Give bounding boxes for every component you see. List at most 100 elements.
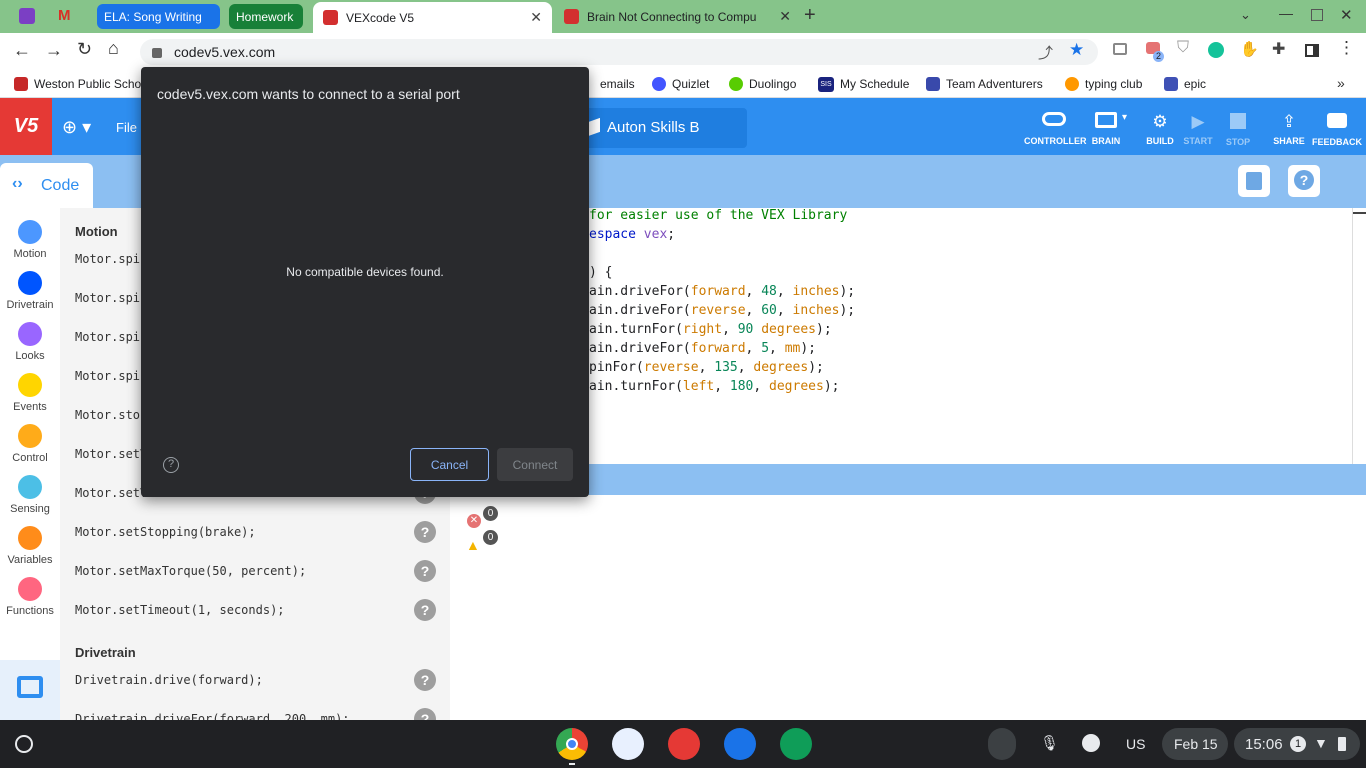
palette-block[interactable]: Motor.stop (75, 408, 147, 422)
start-button[interactable]: ▶ START (1180, 112, 1216, 146)
bookmark-quizlet[interactable]: Quizlet (652, 75, 709, 93)
sheets-app-icon[interactable] (780, 728, 812, 760)
code-line[interactable]: pinFor(reverse, 135, degrees); (589, 360, 824, 375)
bookmark-team-adventurers[interactable]: Team Adventurers (926, 75, 1043, 93)
palette-block[interactable]: Motor.spin (75, 252, 147, 266)
build-button[interactable]: ⚙ BUILD (1140, 112, 1180, 146)
category-variables[interactable]: Variables (0, 526, 60, 566)
bookmark-emails[interactable]: emails (600, 75, 635, 93)
keyboard-layout[interactable]: US (1126, 736, 1145, 752)
block-help-icon[interactable]: ? (414, 708, 436, 720)
code-tab[interactable]: ‹› Code (0, 163, 93, 208)
close-tab-icon[interactable]: ✕ (530, 9, 542, 26)
grammarly-icon[interactable] (1208, 42, 1224, 58)
close-tab-icon[interactable]: ✕ (779, 8, 791, 25)
editor-scrollbar[interactable] (1352, 212, 1366, 214)
category-looks[interactable]: Looks (0, 322, 60, 362)
close-window-icon[interactable]: ✕ (1340, 6, 1353, 24)
status-area[interactable]: 15:06 1 ▼ (1234, 728, 1360, 760)
restore-icon[interactable] (1311, 9, 1323, 21)
dialog-help-icon[interactable]: ? (163, 457, 179, 473)
category-control[interactable]: Control (0, 424, 60, 464)
code-line[interactable]: ain.driveFor(forward, 5, mm); (589, 341, 816, 356)
block-help-icon[interactable]: ? (414, 599, 436, 621)
more-bookmarks-icon[interactable]: » (1337, 75, 1345, 91)
palette-block[interactable]: Motor.setMaxTorque(50, percent); (75, 564, 306, 578)
category-motion[interactable]: Motion (0, 220, 60, 260)
tote-icon[interactable] (988, 728, 1016, 760)
microphone-icon[interactable]: 🎙 (1040, 734, 1059, 752)
palette-block[interactable]: Motor.setV (75, 486, 147, 500)
side-panel-icon[interactable] (1305, 44, 1319, 57)
extension-icon-1[interactable] (1113, 43, 1127, 55)
tab-brain-not-connecting[interactable]: Brain Not Connecting to Compu ✕ (560, 4, 795, 29)
project-name-box[interactable]: Auton Skills B (578, 108, 747, 148)
block-help-icon[interactable]: ? (414, 669, 436, 691)
bookmark-duolingo[interactable]: Duolingo (729, 75, 796, 93)
palette-block[interactable]: Motor.setTimeout(1, seconds); (75, 603, 285, 617)
category-drivetrain[interactable]: Drivetrain (0, 271, 60, 311)
bookmark-epic[interactable]: epic (1164, 75, 1206, 93)
shield-extension-icon[interactable]: ⛉ (1177, 39, 1189, 57)
minimize-icon[interactable]: — (1279, 5, 1293, 21)
bookmark-my-schedule[interactable]: SIS My Schedule (818, 75, 909, 93)
palette-block[interactable]: Motor.setStopping(brake); (75, 525, 256, 539)
select-to-speak-icon[interactable] (1082, 734, 1100, 752)
code-line[interactable]: ain.turnFor(left, 180, degrees); (589, 379, 839, 394)
hand-extension-icon[interactable]: ✋ (1240, 40, 1259, 58)
palette-block[interactable]: Motor.setV (75, 447, 147, 461)
code-line[interactable]: espace vex; (589, 227, 675, 242)
new-tab-icon[interactable]: + (804, 4, 816, 27)
category-functions[interactable]: Functions (0, 577, 60, 617)
reload-icon[interactable]: ↻ (77, 39, 92, 60)
menu-kebab-icon[interactable]: ⋮ (1338, 38, 1355, 58)
code-line[interactable]: ain.driveFor(reverse, 60, inches); (589, 303, 855, 318)
lock-icon[interactable] (152, 48, 162, 58)
file-menu[interactable]: File (116, 120, 137, 135)
block-help-icon[interactable]: ? (414, 521, 436, 543)
share-button[interactable]: ⇪ SHARE (1268, 112, 1310, 146)
launcher-icon[interactable] (15, 735, 33, 753)
palette-block[interactable]: Drivetrain.driveFor(forward, 200, mm); (75, 712, 350, 720)
connect-button[interactable]: Connect (497, 448, 573, 481)
palette-block[interactable]: Motor.spin (75, 291, 147, 305)
bookmark-typing-club[interactable]: typing club (1065, 75, 1142, 93)
brain-dropdown-icon[interactable]: ▾ (1122, 112, 1127, 123)
palette-block[interactable]: Drivetrain.drive(forward); (75, 673, 263, 687)
share-icon[interactable]: ⤴ (1038, 42, 1053, 63)
home-icon[interactable]: ⌂ (108, 38, 119, 59)
devices-button[interactable] (1238, 165, 1270, 197)
palette-block[interactable]: Motor.spin (75, 330, 147, 344)
stop-button[interactable]: STOP (1220, 112, 1256, 147)
code-line[interactable]: ) { (589, 265, 612, 280)
date-pill[interactable]: Feb 15 (1162, 728, 1228, 760)
code-line[interactable]: ain.turnFor(right, 90 degrees); (589, 322, 832, 337)
help-button[interactable]: ? (1288, 165, 1320, 197)
device-config-icon[interactable] (17, 676, 43, 698)
bookmark-star-icon[interactable]: ★ (1069, 40, 1084, 60)
tab-ela-song-writing[interactable]: ELA: Song Writing (97, 4, 220, 29)
forward-arrow-icon[interactable]: → (45, 40, 63, 61)
code-line[interactable]: for easier use of the VEX Library (589, 208, 847, 223)
tab-vexcode[interactable]: VEXcode V5 ✕ (313, 2, 552, 33)
palette-block[interactable]: Motor.spin (75, 369, 147, 383)
tab-homework[interactable]: Homework (229, 4, 303, 29)
profile-tab-icon[interactable] (19, 8, 35, 24)
back-arrow-icon[interactable]: ← (13, 40, 31, 61)
feedback-button[interactable]: FEEDBACK (1312, 112, 1362, 147)
tab-search-chevron-icon[interactable]: ⌄ (1240, 7, 1251, 23)
category-sensing[interactable]: Sensing (0, 475, 60, 515)
code-line[interactable]: ain.driveFor(forward, 48, inches); (589, 284, 855, 299)
address-bar[interactable]: codev5.vex.com ⤴ ★ (140, 39, 1098, 65)
controller-button[interactable]: CONTROLLER (1024, 112, 1087, 146)
cancel-button[interactable]: Cancel (410, 448, 489, 481)
cloud-app-icon[interactable] (612, 728, 644, 760)
language-globe-icon[interactable]: ⊕ ▾ (62, 117, 91, 138)
category-events[interactable]: Events (0, 373, 60, 413)
gmail-tab-icon[interactable]: M (58, 8, 76, 24)
extensions-puzzle-icon[interactable]: ✚ (1272, 39, 1285, 59)
bookmark-weston[interactable]: Weston Public Scho (14, 75, 141, 93)
block-help-icon[interactable]: ? (414, 560, 436, 582)
files-app-icon[interactable] (724, 728, 756, 760)
vex-app-icon[interactable] (668, 728, 700, 760)
